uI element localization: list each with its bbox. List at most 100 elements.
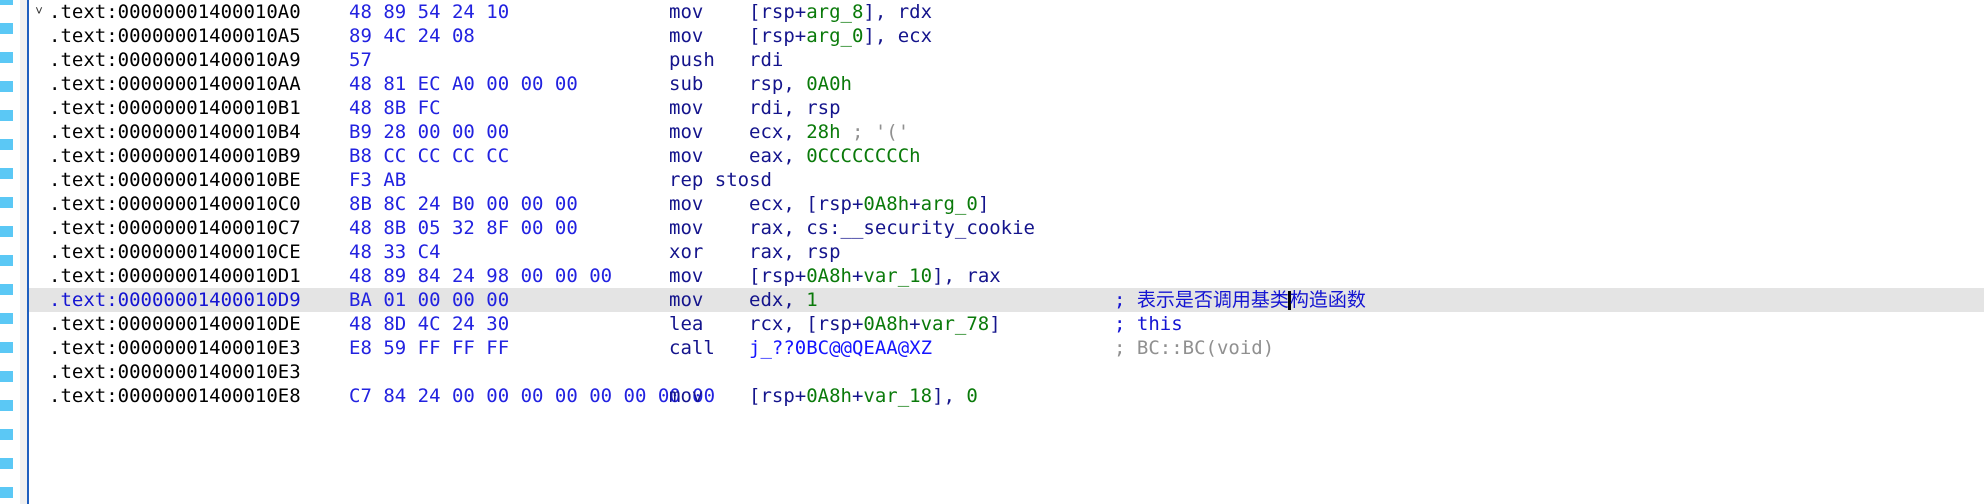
- disassembly-row[interactable]: .text:00000001400010BE F3 AB rep stosd: [29, 168, 1984, 192]
- row-address[interactable]: .text:00000001400010A0: [49, 0, 301, 24]
- row-operands[interactable]: rax, rsp: [749, 240, 841, 264]
- row-comment[interactable]: ; 表示是否调用基类构造函数: [1114, 288, 1366, 312]
- operand-token[interactable]: +: [909, 193, 920, 215]
- collapse-chevron-icon[interactable]: ˅: [31, 0, 47, 24]
- operand-token[interactable]: rax, cs:: [749, 217, 841, 239]
- row-operands[interactable]: [rsp+0A8h+var_10], rax: [749, 264, 1001, 288]
- operand-token[interactable]: j_??0BC@@QEAA@XZ: [749, 337, 932, 359]
- operand-token[interactable]: ]: [989, 313, 1000, 335]
- operand-token[interactable]: ecx,: [749, 121, 806, 143]
- row-address[interactable]: .text:00000001400010C0: [49, 192, 301, 216]
- navigator-arrow-mark[interactable]: [0, 458, 13, 469]
- operand-token[interactable]: 0A8h: [863, 313, 909, 335]
- row-mnemonic[interactable]: push: [669, 48, 715, 72]
- disassembly-row[interactable]: .text:00000001400010E8 C7 84 24 00 00 00 …: [29, 384, 1984, 408]
- row-address[interactable]: .text:00000001400010A5: [49, 24, 301, 48]
- operand-token[interactable]: arg_0: [806, 25, 863, 47]
- navigator-arrow-mark[interactable]: [0, 226, 13, 237]
- operand-token[interactable]: ], ecx: [863, 25, 932, 47]
- row-mnemonic[interactable]: xor: [669, 240, 703, 264]
- disassembly-listing[interactable]: ˅ .text:00000001400010A0 48 89 54 24 10 mov…: [29, 0, 1984, 504]
- disassembly-row[interactable]: .text:00000001400010D1 48 89 84 24 98 00 …: [29, 264, 1984, 288]
- navigator-arrow-mark[interactable]: [0, 110, 13, 121]
- row-mnemonic[interactable]: mov: [669, 264, 703, 288]
- navigator-arrow-mark[interactable]: [0, 429, 13, 440]
- disassembly-row[interactable]: .text:00000001400010B9 B8 CC CC CC CC mov e…: [29, 144, 1984, 168]
- disassembly-row[interactable]: .text:00000001400010B4 B9 28 00 00 00 mov e…: [29, 120, 1984, 144]
- row-comment[interactable]: ; this: [1114, 312, 1183, 336]
- row-mnemonic[interactable]: mov: [669, 96, 703, 120]
- operand-token[interactable]: rax, rsp: [749, 241, 841, 263]
- operand-token[interactable]: __security_cookie: [841, 217, 1035, 239]
- operand-token[interactable]: 0A8h: [806, 385, 852, 407]
- row-address[interactable]: .text:00000001400010CE: [49, 240, 301, 264]
- navigator-arrow-mark[interactable]: [0, 400, 13, 411]
- navigator-arrow-mark[interactable]: [0, 487, 13, 498]
- row-address[interactable]: .text:00000001400010B4: [49, 120, 301, 144]
- disassembly-row[interactable]: .text:00000001400010C0 8B 8C 24 B0 00 00 …: [29, 192, 1984, 216]
- disassembly-row[interactable]: .text:00000001400010A5 89 4C 24 08 mov [rsp…: [29, 24, 1984, 48]
- navigator-arrow-mark[interactable]: [0, 371, 13, 382]
- operand-token[interactable]: 0A8h: [863, 193, 909, 215]
- operand-token[interactable]: rdi: [749, 49, 783, 71]
- operand-token[interactable]: var_10: [863, 265, 932, 287]
- row-address[interactable]: .text:00000001400010E8: [49, 384, 301, 408]
- disassembly-row[interactable]: .text:00000001400010E3 E8 59 FF FF FF call…: [29, 336, 1984, 360]
- disassembly-row[interactable]: .text:00000001400010DE 48 8D 4C 24 30 lea r…: [29, 312, 1984, 336]
- disassembly-row[interactable]: .text:00000001400010A9 57 push rdi: [29, 48, 1984, 72]
- navigator-arrow-mark[interactable]: [0, 313, 13, 324]
- row-mnemonic[interactable]: rep stosd: [669, 168, 772, 192]
- row-operands[interactable]: ecx, [rsp+0A8h+arg_0]: [749, 192, 989, 216]
- disassembly-row[interactable]: ˅ .text:00000001400010A0 48 89 54 24 10 mov…: [29, 0, 1984, 24]
- row-comment[interactable]: ; BC::BC(void): [1114, 336, 1274, 360]
- row-address[interactable]: .text:00000001400010BE: [49, 168, 301, 192]
- navigator-arrow-mark[interactable]: [0, 52, 13, 63]
- row-address[interactable]: .text:00000001400010B1: [49, 96, 301, 120]
- operand-token[interactable]: [rsp+: [749, 25, 806, 47]
- operand-token[interactable]: 28h: [806, 121, 840, 143]
- row-operands[interactable]: j_??0BC@@QEAA@XZ: [749, 336, 932, 360]
- row-operands[interactable]: [rsp+0A8h+var_18], 0: [749, 384, 978, 408]
- row-mnemonic[interactable]: mov: [669, 0, 703, 24]
- navigator-arrow-mark[interactable]: [0, 81, 13, 92]
- navigator-arrow-mark[interactable]: [0, 255, 13, 266]
- operand-token[interactable]: arg_8: [806, 1, 863, 23]
- row-mnemonic[interactable]: mov: [669, 144, 703, 168]
- row-operands[interactable]: rsp, 0A0h: [749, 72, 852, 96]
- operand-token[interactable]: ]: [978, 193, 989, 215]
- navigator-arrow-mark[interactable]: [0, 23, 13, 34]
- navigator-arrow-mark[interactable]: [0, 342, 13, 353]
- operand-token[interactable]: ], rax: [932, 265, 1001, 287]
- row-address[interactable]: .text:00000001400010B9: [49, 144, 301, 168]
- row-address[interactable]: .text:00000001400010DE: [49, 312, 301, 336]
- row-operands[interactable]: eax, 0CCCCCCCCh: [749, 144, 921, 168]
- disassembly-row[interactable]: .text:00000001400010E3: [29, 360, 1984, 384]
- disassembly-row[interactable]: .text:00000001400010AA 48 81 EC A0 00 00 …: [29, 72, 1984, 96]
- operand-token[interactable]: [rsp+: [749, 265, 806, 287]
- disassembly-row[interactable]: .text:00000001400010C7 48 8B 05 32 8F 00 …: [29, 216, 1984, 240]
- row-mnemonic[interactable]: mov: [669, 24, 703, 48]
- operand-token[interactable]: edx,: [749, 289, 806, 311]
- navigator-arrow-mark[interactable]: [0, 284, 13, 295]
- row-operands[interactable]: rdi, rsp: [749, 96, 841, 120]
- row-address[interactable]: .text:00000001400010E3: [49, 360, 301, 384]
- row-operands[interactable]: edx, 1: [749, 288, 818, 312]
- row-mnemonic[interactable]: sub: [669, 72, 703, 96]
- operand-token[interactable]: rsp,: [749, 73, 806, 95]
- row-operands[interactable]: rcx, [rsp+0A8h+var_78]: [749, 312, 1001, 336]
- navigator-arrow-mark[interactable]: [0, 139, 13, 150]
- operand-token[interactable]: 0A8h: [806, 265, 852, 287]
- operand-token[interactable]: eax,: [749, 145, 806, 167]
- row-address[interactable]: .text:00000001400010A9: [49, 48, 301, 72]
- operand-token[interactable]: +: [909, 313, 920, 335]
- disassembly-row[interactable]: .text:00000001400010B1 48 8B FC mov rdi, rs…: [29, 96, 1984, 120]
- navigator-arrow-mark[interactable]: [0, 197, 13, 208]
- operand-token[interactable]: ], rdx: [863, 1, 932, 23]
- row-operands[interactable]: [rsp+arg_0], ecx: [749, 24, 932, 48]
- operand-token[interactable]: ecx, [rsp+: [749, 193, 863, 215]
- operand-token[interactable]: 1: [806, 289, 817, 311]
- operand-token[interactable]: +: [852, 265, 863, 287]
- operand-token[interactable]: var_18: [863, 385, 932, 407]
- operand-token[interactable]: ; '(': [841, 121, 909, 143]
- operand-token[interactable]: rdi, rsp: [749, 97, 841, 119]
